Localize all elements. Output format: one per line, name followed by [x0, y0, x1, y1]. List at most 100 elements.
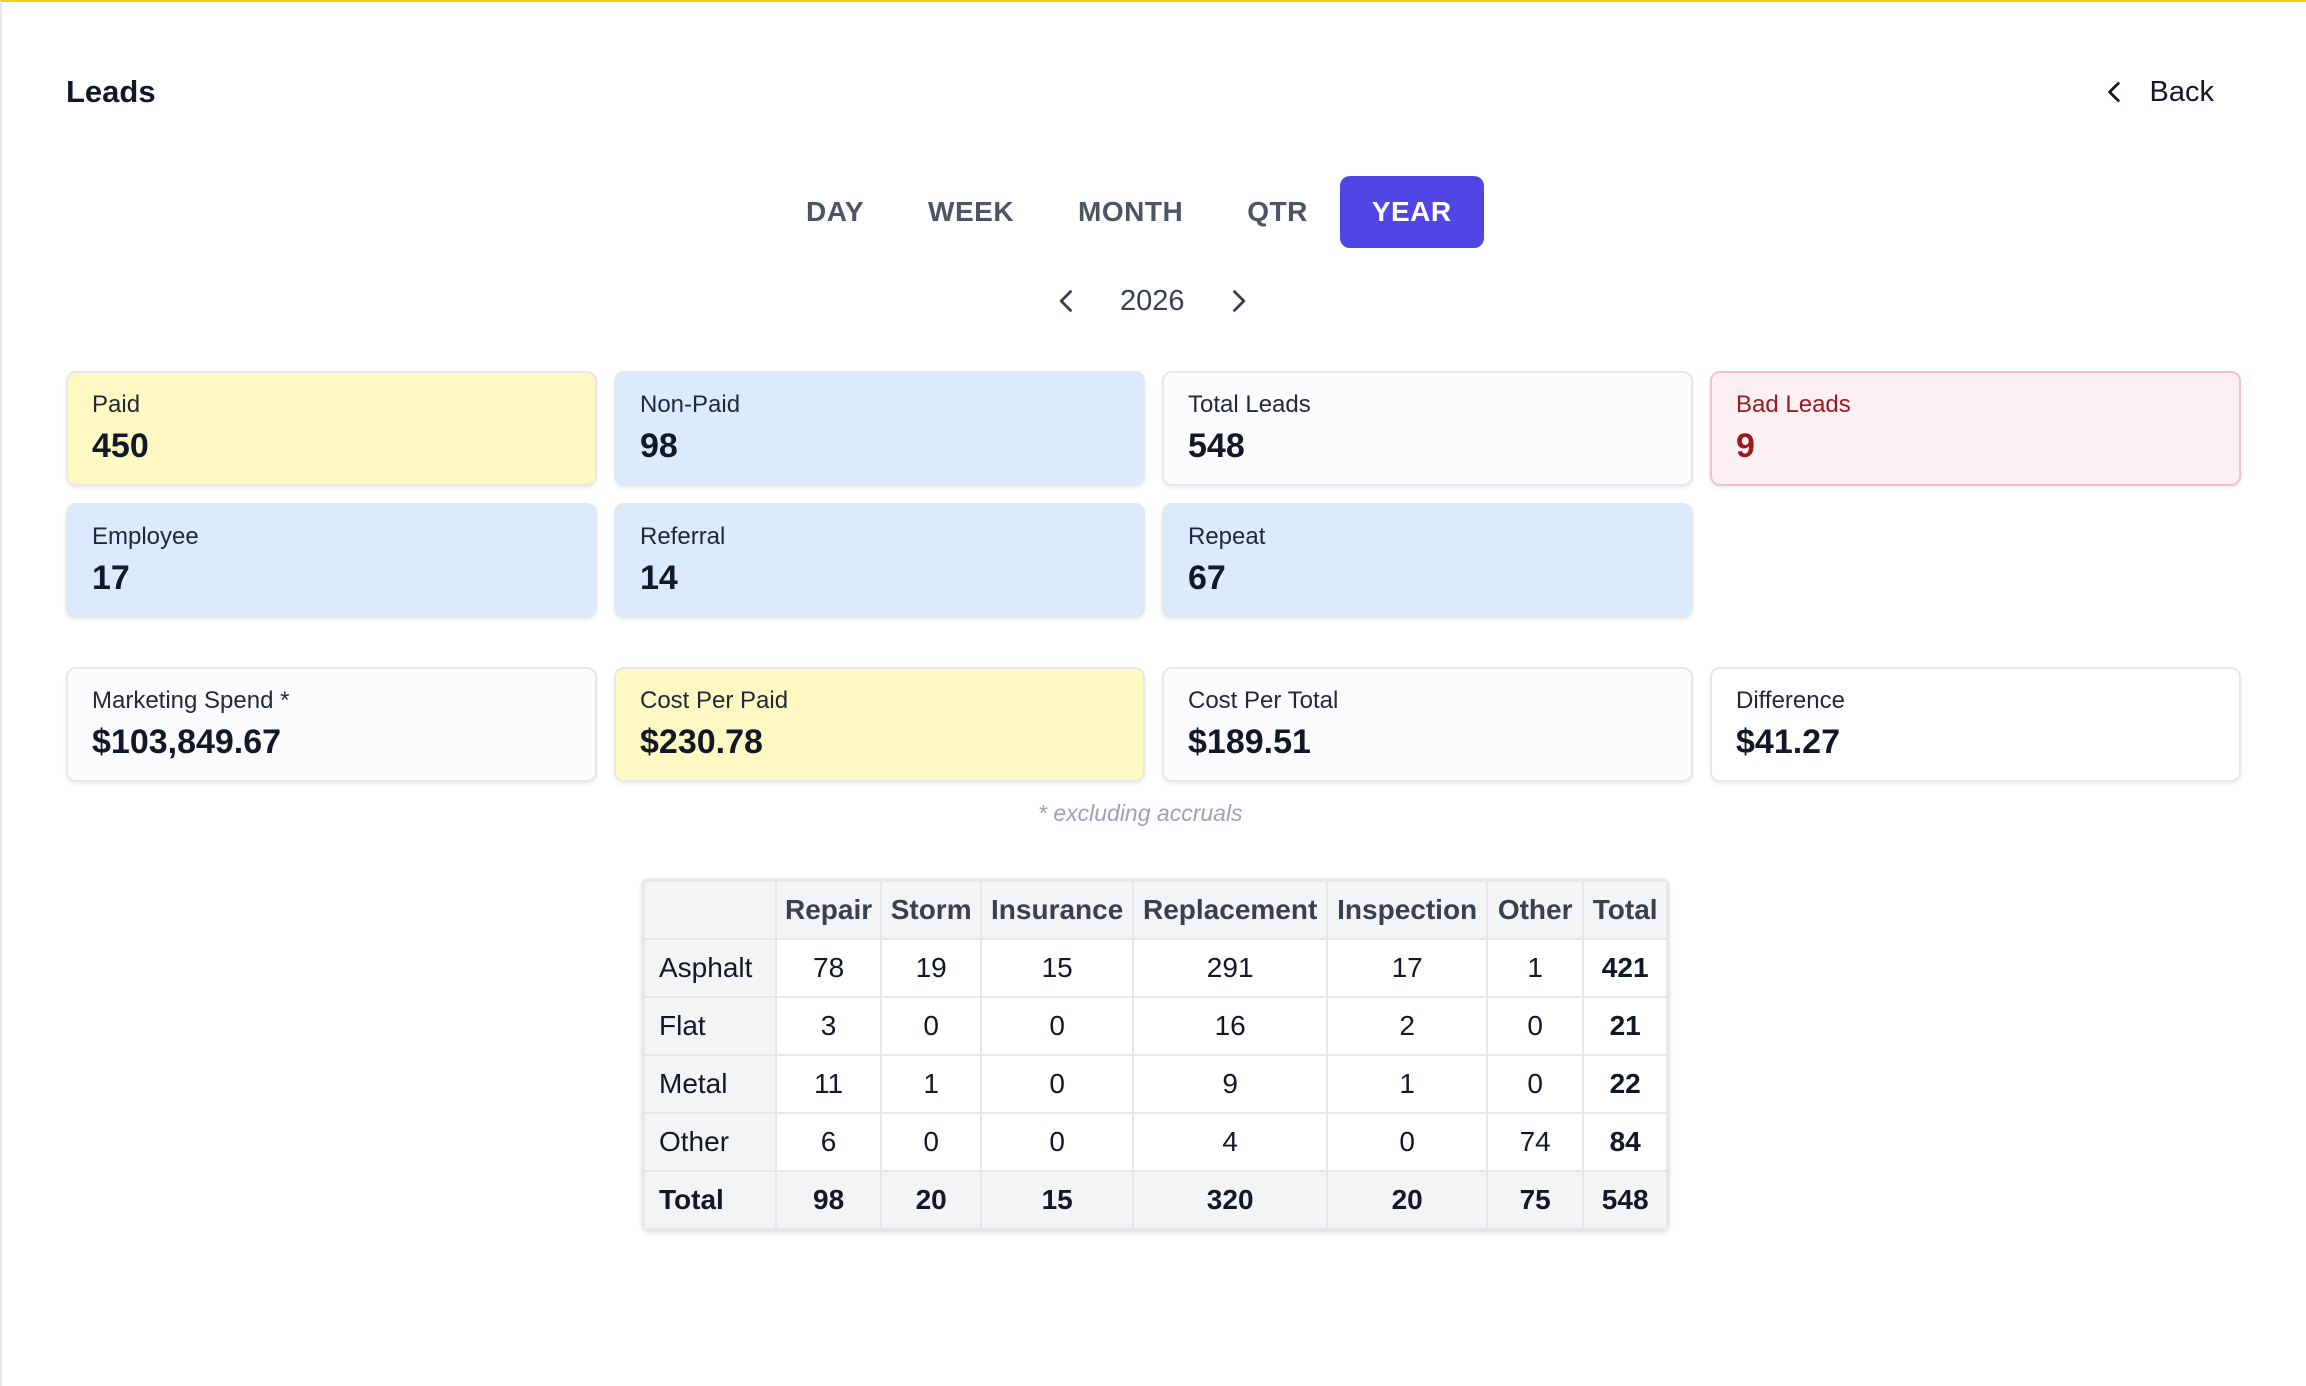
stat-value: 548	[1188, 427, 1245, 465]
stat-card-difference: Difference $41.27	[1710, 667, 2241, 782]
stat-card-cost-per-total: Cost Per Total $189.51	[1162, 667, 1693, 782]
next-year-button[interactable]	[1213, 276, 1263, 326]
stat-value: 9	[1736, 427, 1755, 465]
table-cell: 20	[1326, 1170, 1489, 1230]
stat-label: Cost Per Paid	[640, 687, 789, 714]
column-header	[643, 880, 777, 940]
row-label: Other	[643, 1112, 777, 1172]
table-cell: 9	[1132, 1054, 1329, 1114]
stat-card-marketing-spend: Marketing Spend * $103,849.67	[66, 667, 597, 782]
stat-card-cost-per-paid: Cost Per Paid $230.78	[614, 667, 1145, 782]
chevron-left-icon	[1059, 290, 1072, 312]
stat-value: 67	[1188, 559, 1226, 597]
column-header: Total	[1582, 880, 1669, 940]
leads-breakdown-table-container: Repair Storm Insurance Replacement Inspe…	[641, 878, 1671, 1232]
chevron-left-icon	[2107, 81, 2120, 103]
stat-value: $189.51	[1188, 723, 1311, 761]
table-cell: 15	[980, 938, 1135, 998]
table-row: Other 6 0 0 4 0 74 84	[643, 1112, 1669, 1172]
row-label: Total	[643, 1170, 777, 1230]
chevron-right-icon	[1232, 290, 1245, 312]
stat-card-repeat: Repeat 67	[1162, 503, 1693, 618]
stat-label: Paid	[92, 391, 141, 418]
table-cell: 0	[880, 1112, 983, 1172]
table-cell: 2	[1326, 996, 1489, 1056]
page-header: Leads Back	[66, 70, 2226, 118]
row-total-cell: 22	[1582, 1054, 1669, 1114]
year-navigator: 2026	[0, 276, 2306, 326]
table-row: Asphalt 78 19 15 291 17 1 421	[643, 938, 1669, 998]
stat-label: Bad Leads	[1736, 391, 1851, 418]
tab-year[interactable]: YEAR	[1339, 176, 1484, 248]
row-label: Asphalt	[643, 938, 777, 998]
stat-label: Repeat	[1188, 523, 1266, 550]
stat-label: Employee	[92, 523, 199, 550]
table-cell: 98	[774, 1170, 883, 1230]
tab-week[interactable]: WEEK	[896, 176, 1046, 248]
tab-month[interactable]: MONTH	[1046, 176, 1215, 248]
stat-label: Total Leads	[1188, 391, 1311, 418]
table-cell: 75	[1486, 1170, 1585, 1230]
table-cell: 0	[980, 996, 1135, 1056]
stat-value: $103,849.67	[92, 723, 282, 761]
stat-label: Difference	[1736, 687, 1845, 714]
table-row: Flat 3 0 0 16 2 0 21	[643, 996, 1669, 1056]
column-header: Replacement	[1132, 880, 1329, 940]
stat-value: $41.27	[1736, 723, 1840, 761]
table-cell: 6	[774, 1112, 883, 1172]
stat-card-total-leads: Total Leads 548	[1162, 371, 1693, 486]
table-cell: 1	[1486, 938, 1585, 998]
back-button[interactable]: Back	[2090, 70, 2226, 114]
stat-card-paid: Paid 450	[66, 371, 597, 486]
table-cell: 0	[1486, 996, 1585, 1056]
column-header: Inspection	[1326, 880, 1489, 940]
table-cell: 0	[1486, 1054, 1585, 1114]
table-cell: 3	[774, 996, 883, 1056]
tab-day[interactable]: DAY	[774, 176, 896, 248]
stat-card-bad-leads: Bad Leads 9	[1710, 371, 2241, 486]
grand-total-cell: 548	[1582, 1170, 1669, 1230]
row-total-cell: 421	[1582, 938, 1669, 998]
table-row: Metal 11 1 0 9 1 0 22	[643, 1054, 1669, 1114]
back-label: Back	[2149, 75, 2214, 108]
table-cell: 0	[880, 996, 983, 1056]
table-cell: 17	[1326, 938, 1489, 998]
table-cell: 291	[1132, 938, 1329, 998]
stat-card-non-paid: Non-Paid 98	[614, 371, 1145, 486]
previous-year-button[interactable]	[1042, 276, 1092, 326]
page-title: Leads	[66, 74, 156, 109]
stat-value: 17	[92, 559, 130, 597]
table-cell: 78	[774, 938, 883, 998]
stat-label: Cost Per Total	[1188, 687, 1339, 714]
table-cell: 1	[880, 1054, 983, 1114]
table-cell: 15	[980, 1170, 1135, 1230]
stat-label: Referral	[640, 523, 726, 550]
table-cell: 11	[774, 1054, 883, 1114]
table-cell: 4	[1132, 1112, 1329, 1172]
table-header-row: Repair Storm Insurance Replacement Inspe…	[643, 880, 1669, 940]
stat-value: 450	[92, 427, 149, 465]
column-header: Insurance	[980, 880, 1135, 940]
tab-qtr[interactable]: QTR	[1215, 176, 1340, 248]
table-cell: 0	[980, 1112, 1135, 1172]
table-cell: 16	[1132, 996, 1329, 1056]
table-cell: 74	[1486, 1112, 1585, 1172]
table-cell: 0	[980, 1054, 1135, 1114]
table-cell: 1	[1326, 1054, 1489, 1114]
table-cell: 0	[1326, 1112, 1489, 1172]
stat-label: Marketing Spend *	[92, 687, 290, 714]
column-header: Storm	[880, 880, 983, 940]
leads-breakdown-table: Repair Storm Insurance Replacement Inspe…	[643, 880, 1669, 1230]
stat-value: 14	[640, 559, 678, 597]
stat-value: $230.78	[640, 723, 763, 761]
column-header: Repair	[774, 880, 883, 940]
row-total-cell: 21	[1582, 996, 1669, 1056]
stat-value: 98	[640, 427, 678, 465]
row-label: Flat	[643, 996, 777, 1056]
stat-card-referral: Referral 14	[614, 503, 1145, 618]
year-label: 2026	[1120, 284, 1185, 317]
footnote: * excluding accruals	[1038, 800, 1243, 826]
stat-card-employee: Employee 17	[66, 503, 597, 618]
stat-label: Non-Paid	[640, 391, 741, 418]
row-label: Metal	[643, 1054, 777, 1114]
